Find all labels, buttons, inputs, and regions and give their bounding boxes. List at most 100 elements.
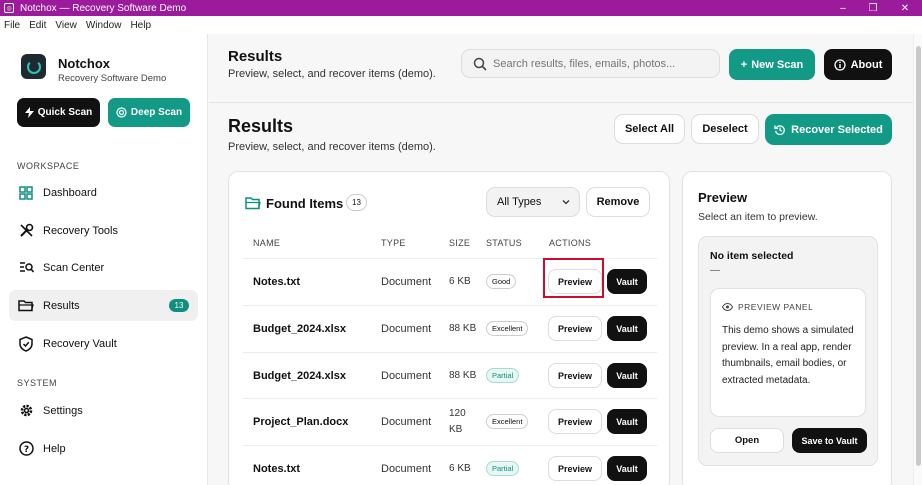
sidebar-item-scan-center[interactable]: Scan Center: [9, 252, 198, 283]
preview-button[interactable]: Preview: [548, 363, 602, 388]
quick-scan-button[interactable]: Quick Scan: [17, 98, 100, 127]
menu-window[interactable]: Window: [86, 20, 122, 31]
vault-button[interactable]: Vault: [607, 363, 647, 388]
status-badge: Partial: [486, 368, 520, 383]
vault-button[interactable]: Vault: [607, 409, 647, 434]
vault-button[interactable]: Vault: [607, 269, 647, 294]
about-button[interactable]: About: [824, 49, 892, 80]
row-file-type: Document: [381, 416, 432, 428]
menu-bar: File Edit View Window Help: [0, 16, 922, 34]
preview-title: Preview: [698, 190, 748, 205]
table-row[interactable]: Project_Plan.docx Document 120 KB Excellent…: [243, 398, 657, 445]
maximize-button[interactable]: ❐: [856, 0, 890, 16]
menu-view[interactable]: View: [55, 20, 77, 31]
type-filter-select[interactable]: All Types: [486, 187, 580, 217]
minimize-button[interactable]: –: [826, 0, 860, 16]
info-icon: [833, 58, 846, 71]
preview-inner: No item selected — PREVIEW PANEL This de…: [698, 236, 878, 466]
main-content: Results Preview, select, and recover ite…: [209, 34, 913, 485]
scrollbar-thumb[interactable]: [916, 46, 921, 466]
column-header-actions: ACTIONS: [549, 238, 592, 248]
status-badge: Good: [486, 274, 517, 289]
save-to-vault-button[interactable]: Save to Vault: [792, 428, 867, 453]
row-file-name: Budget_2024.xlsx: [253, 370, 346, 382]
sidebar-item-recovery-vault[interactable]: Recovery Vault: [9, 328, 198, 359]
preview-button[interactable]: Preview: [548, 456, 602, 481]
row-file-size: 88 KB: [449, 370, 477, 381]
preview-panel-body: This demo shows a simulated preview. In …: [722, 325, 854, 386]
remove-button[interactable]: Remove: [586, 187, 650, 217]
plus-icon: +: [740, 58, 748, 71]
tools-icon: [18, 223, 34, 239]
search-icon: [473, 57, 487, 71]
no-item-selected: No item selected: [710, 250, 794, 262]
brand-name: Notchox: [58, 56, 110, 71]
status-badge: Partial: [486, 461, 520, 476]
found-items-card: Found Items 13 All Types Remove NAME TYP…: [228, 171, 670, 485]
shield-icon: [18, 335, 34, 352]
sidebar-item-results[interactable]: Results 13: [9, 290, 198, 321]
column-header-name: NAME: [253, 238, 281, 248]
menu-edit[interactable]: Edit: [29, 20, 46, 31]
preview-subtitle: Select an item to preview.: [698, 211, 818, 223]
preview-button[interactable]: Preview: [548, 269, 602, 294]
folder-icon: [245, 197, 261, 210]
header-divider: [209, 102, 913, 103]
sidebar-item-help[interactable]: ? Help: [9, 433, 198, 464]
chevron-down-icon: [562, 200, 570, 205]
table-row[interactable]: Notes.txt Document 6 KB Good Preview Vault: [243, 258, 657, 305]
app-icon: ◎: [4, 3, 14, 13]
svg-text:?: ?: [23, 445, 28, 455]
menu-file[interactable]: File: [4, 20, 20, 31]
select-all-button[interactable]: Select All: [614, 114, 685, 144]
vault-button[interactable]: Vault: [607, 456, 647, 481]
help-icon: ?: [18, 441, 34, 457]
section-subtitle: Preview, select, and recover items (demo…: [228, 141, 436, 153]
table-row[interactable]: Budget_2024.xlsx Document 88 KB Excellent Pr…: [243, 305, 657, 352]
system-label: SYSTEM: [17, 378, 58, 388]
new-scan-button[interactable]: + New Scan: [729, 49, 815, 80]
search-box[interactable]: [461, 49, 720, 78]
status-badge: Excellent: [486, 321, 529, 336]
row-file-size: 6 KB: [449, 463, 471, 474]
menu-help[interactable]: Help: [130, 20, 151, 31]
row-file-type: Document: [381, 323, 432, 335]
preview-button[interactable]: Preview: [548, 316, 602, 341]
brand-logo: [21, 54, 46, 79]
row-file-name: Project_Plan.docx: [253, 416, 349, 428]
status-badge: Excellent: [486, 414, 529, 429]
table-row[interactable]: Budget_2024.xlsx Document 88 KB Partial Prev…: [243, 352, 657, 399]
found-count-badge: 13: [346, 194, 367, 211]
sidebar-item-settings[interactable]: Settings: [9, 395, 198, 426]
row-file-size: 120 KB: [449, 408, 466, 435]
sidebar: Notchox Recovery Software Demo Quick Sca…: [0, 34, 208, 485]
page-title: Results: [228, 48, 283, 65]
row-file-name: Notes.txt: [253, 276, 301, 288]
sidebar-item-dashboard[interactable]: Dashboard: [9, 177, 198, 208]
row-file-type: Document: [381, 463, 432, 475]
deep-scan-button[interactable]: Deep Scan: [108, 98, 190, 127]
restore-icon: [774, 124, 785, 135]
title-bar: ◎ Notchox — Recovery Software Demo – ❐ ✕: [0, 0, 922, 16]
preview-panel: PREVIEW PANEL This demo shows a simulate…: [710, 288, 866, 417]
search-input[interactable]: [493, 57, 713, 70]
section-title: Results: [228, 116, 294, 136]
row-file-name: Budget_2024.xlsx: [253, 323, 346, 335]
open-button[interactable]: Open: [710, 428, 784, 453]
preview-button[interactable]: Preview: [548, 409, 602, 434]
folder-icon: [18, 298, 34, 314]
sidebar-item-recovery-tools[interactable]: Recovery Tools: [9, 215, 198, 246]
scrollbar[interactable]: [913, 34, 922, 485]
eye-icon: [722, 303, 733, 311]
recover-selected-button[interactable]: Recover Selected: [765, 114, 892, 145]
table-row[interactable]: Notes.txt Document 6 KB Partial Preview Vault: [243, 445, 657, 485]
close-button[interactable]: ✕: [888, 0, 922, 16]
brand-subtitle: Recovery Software Demo: [58, 73, 167, 84]
grid-icon: [18, 185, 34, 201]
column-header-status: STATUS: [486, 238, 522, 248]
deselect-button[interactable]: Deselect: [691, 114, 759, 144]
column-header-size: SIZE: [449, 238, 471, 248]
column-header-type: TYPE: [381, 238, 406, 248]
vault-button[interactable]: Vault: [607, 316, 647, 341]
page-subtitle: Preview, select, and recover items (demo…: [228, 68, 436, 80]
